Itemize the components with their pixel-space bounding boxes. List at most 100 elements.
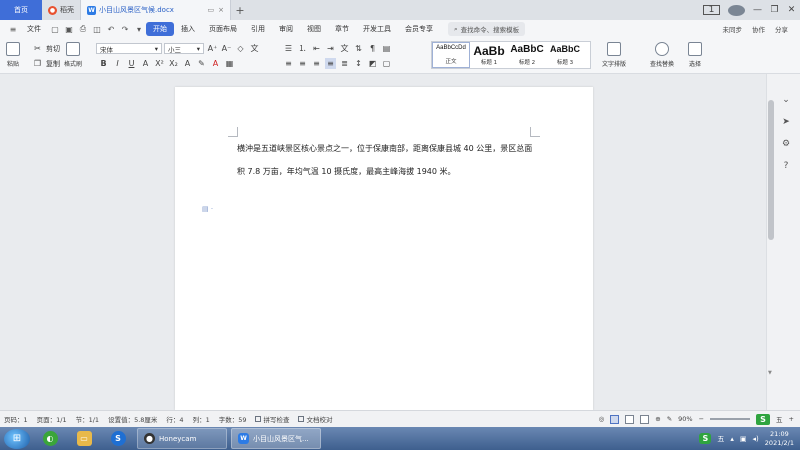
share-button[interactable]: 分享 [775, 24, 788, 34]
new-tab-button[interactable]: + [231, 0, 249, 20]
cut-button[interactable]: ✂ 剪切 [32, 43, 60, 54]
web-view-icon[interactable]: ⊕ [655, 415, 660, 423]
menu-references[interactable]: 引用 [244, 22, 272, 36]
border-icon[interactable]: ▢ [381, 58, 392, 69]
ime-mode[interactable]: 五 [717, 434, 724, 444]
strikethrough-icon[interactable]: A [140, 58, 151, 69]
vertical-scrollbar-thumb[interactable] [768, 100, 774, 240]
outline-view-button[interactable] [625, 414, 635, 424]
line-spacing-icon[interactable]: ↕ [353, 58, 364, 69]
menu-page-layout[interactable]: 页面布局 [202, 22, 244, 36]
format-painter-button[interactable]: 格式刷 [64, 42, 82, 68]
user-avatar[interactable] [728, 4, 745, 16]
ime-icon[interactable]: 五 [776, 414, 783, 424]
network-icon[interactable]: ▣ [740, 435, 747, 443]
style-normal[interactable]: AaBbCcDd 正文 [432, 42, 470, 68]
paragraph-handle-icon[interactable]: ▤ · [202, 205, 213, 213]
taskbar-explorer[interactable]: ▭ [69, 428, 99, 449]
sogou-ime-icon[interactable]: S [699, 433, 712, 444]
subscript-icon[interactable]: X₂ [168, 58, 179, 69]
status-word-count[interactable]: 字数：59 [219, 414, 247, 424]
text-effect-icon[interactable]: A [182, 58, 193, 69]
reading-view-button[interactable] [640, 414, 650, 424]
shrink-font-icon[interactable]: A⁻ [221, 43, 232, 54]
start-button[interactable]: ⊞ [4, 428, 30, 449]
tab-close-icon[interactable]: × [218, 6, 224, 14]
tray-up-arrow-icon[interactable]: ▴ [730, 435, 734, 443]
menu-insert[interactable]: 插入 [174, 22, 202, 36]
zoom-value[interactable]: 90% [678, 415, 692, 423]
menu-chapter[interactable]: 章节 [328, 22, 356, 36]
clock[interactable]: 21:09 2021/2/1 [765, 430, 794, 448]
style-heading-1[interactable]: AaBb 标题 1 [470, 42, 508, 68]
pen-icon[interactable]: ✎ [667, 415, 672, 423]
show-marks-icon[interactable]: ¶ [367, 43, 378, 54]
chinese-layout-icon[interactable]: 文 [339, 43, 350, 54]
style-heading-2[interactable]: AaBbC 标题 2 [508, 42, 546, 68]
align-right-icon[interactable]: ≡ [311, 58, 322, 69]
page-view-button[interactable] [610, 414, 620, 424]
menu-developer[interactable]: 开发工具 [356, 22, 398, 36]
table-icon[interactable]: ▤ [381, 43, 392, 54]
style-heading-3[interactable]: AaBbC 标题 3 [546, 42, 584, 68]
taskbar-sogou[interactable]: S [103, 428, 133, 449]
menu-review[interactable]: 审阅 [272, 22, 300, 36]
taskbar-item-honeycam[interactable]: ● Honeycam [137, 428, 227, 449]
taskbar-item-document[interactable]: W 小目山风景区气... [231, 428, 321, 449]
grow-font-icon[interactable]: A⁺ [207, 43, 218, 54]
clear-format-icon[interactable]: ◇ [235, 43, 246, 54]
align-left-icon[interactable]: ≡ [283, 58, 294, 69]
sort-icon[interactable]: ⇅ [353, 43, 364, 54]
underline-icon[interactable]: U [126, 58, 137, 69]
spell-check-toggle[interactable]: 拼写检查 [255, 414, 289, 424]
menu-file[interactable]: 文件 [20, 22, 48, 36]
wps-s-icon[interactable]: S [756, 413, 771, 425]
bullet-list-icon[interactable]: ☰ [283, 43, 294, 54]
eye-protect-icon[interactable]: ◎ [599, 415, 605, 423]
align-center-icon[interactable]: ≡ [297, 58, 308, 69]
open-folder-icon[interactable]: ▢ [50, 24, 60, 34]
taskbar-wps-app[interactable]: ◐ [35, 428, 65, 449]
zoom-out-icon[interactable]: − [699, 415, 704, 423]
body-paragraph[interactable]: 横沖是五道峡景区核心景点之一，位于保康南部，距离保康县城 40 公里，景区总面积… [237, 137, 533, 183]
doc-check-toggle[interactable]: 文档校对 [298, 414, 332, 424]
menu-view[interactable]: 视图 [300, 22, 328, 36]
text-layout-button[interactable]: 文字排版 [602, 42, 626, 68]
bold-icon[interactable]: B [98, 58, 109, 69]
align-justify-icon[interactable]: ≡ [325, 58, 336, 69]
font-color-icon[interactable]: A [210, 58, 221, 69]
font-size-select[interactable]: 小三 ▾ [164, 43, 204, 54]
font-name-select[interactable]: 宋体 ▾ [96, 43, 162, 54]
sync-button[interactable]: 未同步 [723, 24, 743, 34]
char-border-icon[interactable]: ▦ [224, 58, 235, 69]
hamburger-menu-icon[interactable]: ≡ [8, 24, 18, 34]
tab-monitor-icon[interactable]: ▭ [208, 6, 215, 14]
select-button[interactable]: 选择 [688, 42, 702, 68]
help-icon[interactable]: ? [780, 160, 792, 172]
document-page[interactable]: 横沖是五道峡景区核心景点之一，位于保康南部，距离保康县城 40 公里，景区总面积… [175, 87, 593, 410]
collab-button[interactable]: 协作 [752, 24, 765, 34]
pointer-tool-icon[interactable]: ➤ [780, 116, 792, 128]
paste-button[interactable]: 粘贴 [6, 42, 20, 68]
print-icon[interactable]: ⎙ [78, 24, 88, 34]
document-workspace[interactable]: 横沖是五道峡景区核心景点之一，位于保康南部，距离保康县城 40 公里，景区总面积… [0, 74, 766, 410]
tab-document[interactable]: W 小目山风景区气候.docx ▭ × [81, 0, 231, 20]
redo-icon[interactable]: ↷ [120, 24, 130, 34]
increase-indent-icon[interactable]: ⇥ [325, 43, 336, 54]
find-replace-button[interactable]: 查找替换 [650, 42, 674, 68]
distribute-icon[interactable]: ≣ [339, 58, 350, 69]
numbered-list-icon[interactable]: ⒈ [297, 43, 308, 54]
collapse-panel-icon[interactable]: ⌄ [780, 94, 792, 106]
menu-home[interactable]: 开始 [146, 22, 174, 36]
save-icon[interactable]: ▣ [64, 24, 74, 34]
close-button[interactable]: ✕ [783, 5, 800, 15]
copy-button[interactable]: ❐ 复制 [32, 58, 60, 69]
minimize-button[interactable]: — [749, 5, 766, 15]
command-search[interactable]: ⌕ 查找命令、搜索模板 [448, 22, 526, 36]
decrease-indent-icon[interactable]: ⇤ [311, 43, 322, 54]
window-count-badge[interactable]: 1 [703, 5, 720, 15]
scroll-down-icon[interactable]: ▼ [768, 370, 772, 376]
maximize-button[interactable]: ❐ [766, 5, 783, 15]
shading-icon[interactable]: ◩ [367, 58, 378, 69]
tab-docer[interactable]: ● 稻壳 [42, 0, 81, 20]
